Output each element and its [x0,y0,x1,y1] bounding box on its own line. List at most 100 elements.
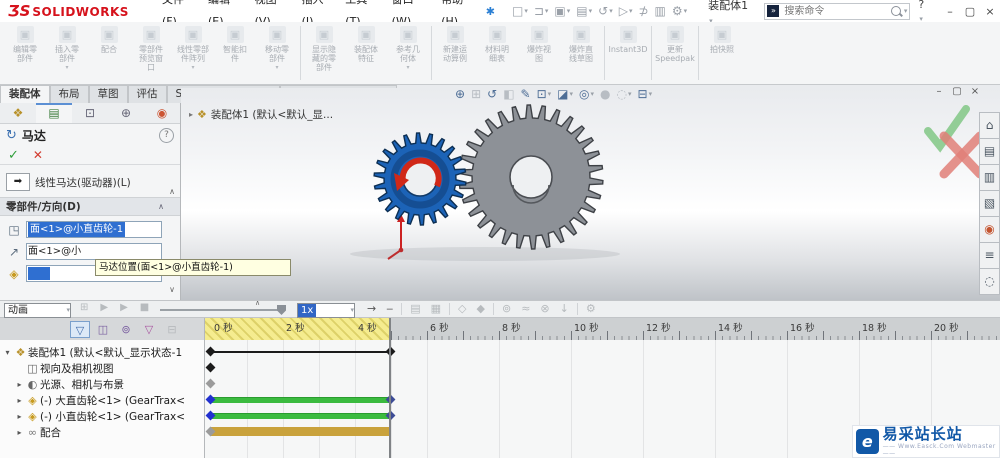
motion-study-properties-icon[interactable]: ⚙ [586,302,596,315]
expand-closed-icon[interactable]: ▸ [14,380,25,389]
save-animation-icon[interactable]: ▤ [410,302,420,315]
options-icon[interactable]: ⚙ ▾ [672,4,687,18]
keyframe-0s[interactable] [205,378,216,389]
bill-of-materials-button[interactable]: ▣ 材料明 细表 [476,22,518,84]
help-icon[interactable]: ? [159,127,174,143]
mate-button[interactable]: ▣ 配合 [88,22,130,84]
calculate-icon[interactable]: ⊞ [80,302,88,313]
search-box[interactable]: » ▾ [764,2,911,20]
stop-icon[interactable]: ■ [140,302,149,313]
contract-timeline-icon[interactable]: ‒ [386,302,393,315]
add-key-icon[interactable]: ◆ [477,302,485,315]
slider-thumb[interactable] [277,305,286,315]
track-gear-large[interactable]: ▸ ◈ (-) 大直齿轮<1> (GearTrax< [0,392,204,408]
expand-open-icon[interactable]: ▾ [2,348,13,357]
forum-icon[interactable]: ◌ [979,269,1000,295]
play-icon[interactable]: ▶ [120,302,128,313]
contact-icon[interactable]: ⊗ [540,302,549,315]
spring-icon[interactable]: ≈ [521,302,530,315]
collapse-icon[interactable]: ∧ [158,202,164,211]
columns-icon[interactable]: ▥ [655,4,666,18]
expand-arrow-icon[interactable]: ▸ [189,110,193,119]
track-mates[interactable]: ▸ ∞ 配合 [0,424,204,440]
driving-motor-key-icon[interactable]: ⊚ [116,321,136,338]
animation-bar[interactable] [211,413,391,419]
exploded-view-button[interactable]: ▣ 爆炸视 图 [518,22,560,84]
assembly-features-button[interactable]: ▣ 装配体 特征 [345,22,387,84]
animation-bar[interactable] [211,397,391,403]
search-chevron-icon[interactable]: ▾ [904,7,908,15]
search-scope-icon[interactable]: » [767,5,780,17]
study-type-combo[interactable]: 动画 ▾ [4,303,71,318]
tab-layout[interactable]: 布局 [49,85,89,103]
timebar[interactable] [389,318,391,458]
linear-component-pattern-button[interactable]: ▣ 线性零部 件阵列 ▾ [172,22,214,84]
home-icon[interactable]: ⌂ [979,112,1000,139]
tab-evaluate[interactable]: 评估 [127,85,167,103]
auto-key-icon[interactable]: ◇ [458,302,466,315]
track-assembly[interactable]: ▾ ❖ 装配体1 (默认<默认_显示状态-1 [0,344,204,360]
expand-closed-icon[interactable]: ▸ [14,412,25,421]
motor-direction-field[interactable]: 面<1>@小直齿轮-1 [26,221,162,238]
playback-speed-combo[interactable]: 1x ▾ [297,303,355,318]
collapse-all-icon[interactable]: ⊟ [162,321,182,338]
view-palette-icon[interactable]: ≡ [979,243,1000,269]
zoom-area-icon[interactable]: ⊞ [471,87,481,101]
doc-restore-button[interactable]: ▢ [948,86,966,97]
select-icon[interactable]: ▷ ▾ [619,4,633,18]
flyout-feature-tree[interactable]: ▸ ❖ 装配体1 (默认<默认_显... [189,107,333,122]
filter-selected-icon[interactable]: ▽ [139,321,159,338]
section-view-icon[interactable]: ◧ [503,87,514,101]
view-orientation-icon[interactable]: ⊡ ▾ [537,87,552,101]
restore-button[interactable]: ▢ [960,5,980,18]
animation-wizard-icon[interactable]: ▦ [431,302,441,315]
search-icon[interactable] [890,6,901,16]
keyframe-0s[interactable] [205,346,216,357]
sw-resources-icon[interactable]: ▤ [979,139,1000,165]
edit-component-button[interactable]: ▣ 编辑零 部件 [4,22,46,84]
ok-button[interactable]: ✓ [8,148,19,163]
property-manager-tab[interactable]: ▤ [36,103,72,123]
timeline-ruler[interactable]: 0 秒 2 秒 4 秒 6 秒 8 秒 10 秒 12 秒 14 秒 16 秒 18 秒 20 秒 [205,318,1000,340]
gravity-icon[interactable]: ↓ [560,302,569,315]
feature-manager-tab[interactable]: ❖ [0,103,36,123]
expand-closed-icon[interactable]: ▸ [14,396,25,405]
previous-view-icon[interactable]: ↺ [487,87,497,101]
gears-model[interactable] [340,88,640,268]
new-motion-study-button[interactable]: ▣ 新建运 动算例 [434,22,476,84]
play-from-start-icon[interactable]: ▶ [100,302,108,313]
doc-minimize-button[interactable]: – [930,86,948,97]
search-input[interactable] [782,4,889,18]
component-preview-window-button[interactable]: ▣ 零部件 预览窗 口 [130,22,172,84]
display-manager-tab[interactable]: ◉ [144,103,180,123]
edit-appearance-icon[interactable]: ● [600,87,610,101]
insert-components-button[interactable]: ▣ 插入零 部件 ▾ [46,22,88,84]
file-explorer-icon[interactable]: ▧ [979,191,1000,217]
new-document-icon[interactable]: □ ▾ [512,4,528,18]
design-library-icon[interactable]: ▥ [979,165,1000,191]
take-snapshot-button[interactable]: ▣ 拍快照 [701,22,743,84]
appearances-icon[interactable]: ◉ [979,217,1000,243]
cancel-button[interactable]: ✕ [33,148,43,162]
expand-closed-icon[interactable]: ▸ [14,428,25,437]
doc-close-button[interactable]: × [966,86,984,97]
track-gear-small[interactable]: ▸ ◈ (-) 小直齿轮<1> (GearTrax< [0,408,204,424]
next-frame-icon[interactable]: → [367,302,376,315]
open-icon[interactable]: ⊐ ▾ [534,4,549,18]
filter-animated-icon[interactable]: ▽ [70,320,90,338]
instant3d-button[interactable]: ▣ Instant3D [607,22,649,84]
update-speedpak-button[interactable]: ▣ 更新 Speedpak [654,22,696,84]
help-button[interactable]: ? ▾ [918,0,930,24]
splitter-handle-icon[interactable]: ∧ [255,299,260,307]
attach-icon[interactable]: ⊅ [638,4,648,18]
graphics-viewport[interactable]: ▸ ❖ 装配体1 (默认<默认_显... ⌂ ▤ ▥ ▧ ◉ ≡ ◌ [181,88,1000,300]
timeline-zoom-slider[interactable] [160,305,286,315]
keyframe-0s[interactable] [205,362,216,373]
component-direction-section-header[interactable]: 零部件/方向(D) ∧ [0,197,180,216]
move-component-button[interactable]: ▣ 移动零 部件 ▾ [256,22,298,84]
motor-location-field[interactable]: 面<1>@小 [26,243,162,260]
hide-show-items-icon[interactable]: ◎ ▾ [579,87,594,101]
motor-icon[interactable]: ⊚ [502,302,511,315]
mates-bar[interactable] [211,427,391,436]
close-button[interactable]: × [980,5,1000,18]
